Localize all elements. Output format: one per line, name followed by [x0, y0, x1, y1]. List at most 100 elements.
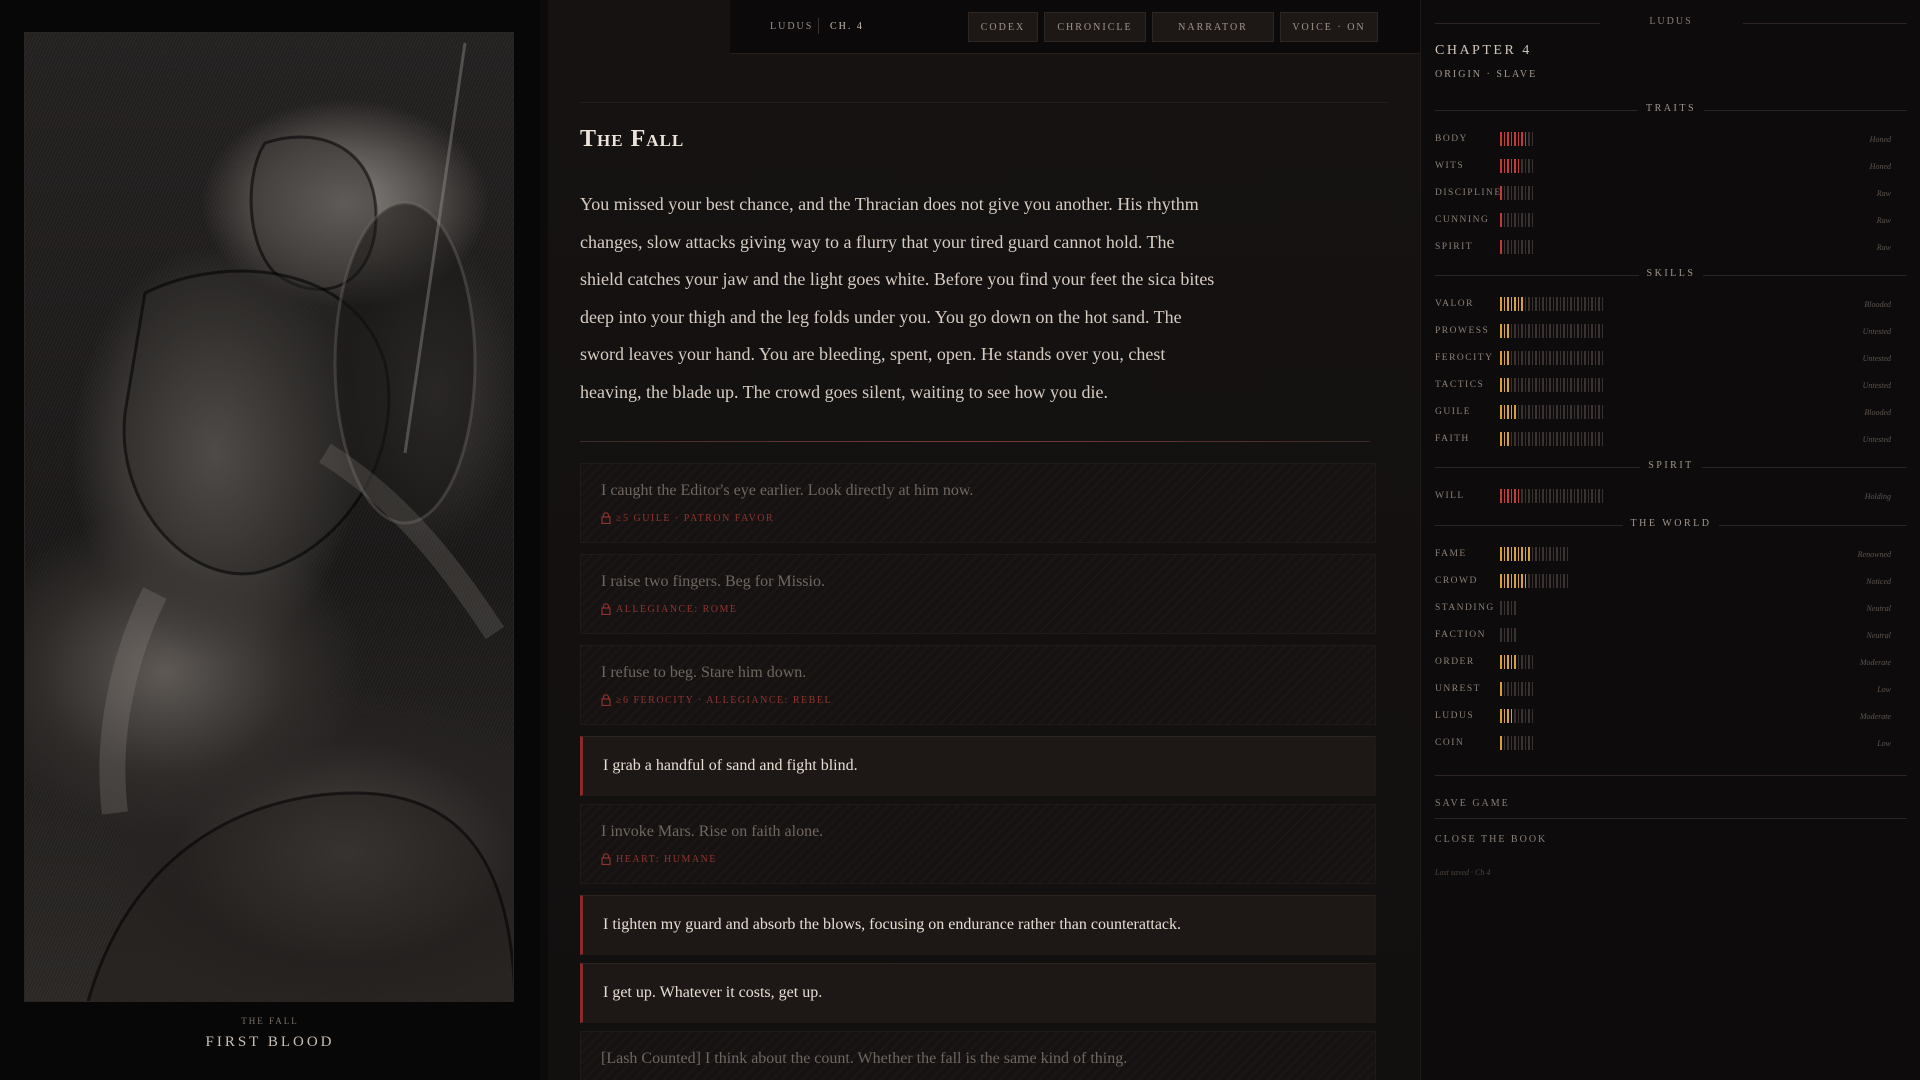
stat-tick-empty — [1594, 378, 1596, 392]
stat-tick-filled — [1507, 405, 1509, 419]
save-game-button[interactable]: SAVE GAME — [1435, 798, 1510, 809]
narrator-button[interactable]: NARRATOR — [1152, 12, 1274, 42]
stat-tick-empty — [1559, 351, 1561, 365]
stat-tick-filled — [1507, 132, 1509, 146]
choice-option-locked: I refuse to beg. Stare him down. ≥6 FEROC… — [580, 645, 1376, 725]
stat-tick-empty — [1563, 297, 1565, 311]
stat-meter — [1500, 601, 1516, 615]
stat-tick-empty — [1514, 378, 1516, 392]
section-title: SPIRIT — [1421, 460, 1920, 471]
stat-tick-filled — [1510, 709, 1512, 723]
stat-tick-empty — [1552, 324, 1554, 338]
stat-value: 6 — [1905, 490, 1920, 502]
stat-tick-empty — [1524, 324, 1526, 338]
stat-tick-empty — [1531, 489, 1533, 503]
stat-tick-filled — [1500, 682, 1502, 696]
stat-tick-empty — [1510, 628, 1512, 642]
stat-tick-empty — [1563, 378, 1565, 392]
stat-tick-empty — [1514, 186, 1516, 200]
stat-tick-empty — [1517, 240, 1519, 254]
stat-tick-empty — [1545, 324, 1547, 338]
stat-tick-empty — [1503, 240, 1505, 254]
stat-value: 4 — [1905, 710, 1920, 722]
stat-tick-empty — [1566, 378, 1568, 392]
stat-tick-empty — [1570, 489, 1572, 503]
stat-tick-filled — [1521, 297, 1523, 311]
stat-tick-empty — [1503, 601, 1505, 615]
stat-tick-filled — [1514, 574, 1516, 588]
stat-tick-empty — [1563, 489, 1565, 503]
stat-meter — [1500, 655, 1533, 669]
stat-tick-empty — [1591, 489, 1593, 503]
stat-tick-empty — [1594, 405, 1596, 419]
stat-tick-empty — [1531, 324, 1533, 338]
stat-row-tactics: TACTICS Untested 3 — [1435, 378, 1920, 394]
requirement-text: ≥5 GUILE · PATRON FAVOR — [616, 512, 775, 524]
stat-tick-empty — [1594, 489, 1596, 503]
codex-button[interactable]: CODEX — [968, 12, 1038, 42]
stat-tick-empty — [1517, 432, 1519, 446]
stat-tick-empty — [1521, 682, 1523, 696]
stat-tick-filled — [1507, 378, 1509, 392]
close-book-button[interactable]: CLOSE THE BOOK — [1435, 834, 1547, 845]
voice-toggle-button[interactable]: VOICE · ON — [1280, 12, 1378, 42]
stat-tick-empty — [1535, 378, 1537, 392]
stat-tick-empty — [1528, 574, 1530, 588]
stat-tick-empty — [1587, 351, 1589, 365]
stat-tick-empty — [1521, 405, 1523, 419]
stat-tick-empty — [1524, 213, 1526, 227]
stat-tick-empty — [1552, 574, 1554, 588]
stat-label: TACTICS — [1435, 380, 1485, 390]
stat-tick-empty — [1545, 297, 1547, 311]
stat-tick-empty — [1552, 432, 1554, 446]
stat-tick-filled — [1517, 547, 1519, 561]
stat-tick-filled — [1510, 655, 1512, 669]
stat-tick-empty — [1601, 405, 1603, 419]
requirement-text: ≥6 FEROCITY · ALLEGIANCE: REBEL — [616, 694, 833, 706]
choice-option-locked: [Lash Counted] I think about the count. … — [580, 1031, 1376, 1080]
stat-value: 5 — [1905, 406, 1920, 418]
stat-tick-empty — [1566, 432, 1568, 446]
stat-tick-empty — [1580, 351, 1582, 365]
section-title: SKILLS — [1421, 268, 1920, 279]
stat-descriptor: Moderate — [1859, 712, 1891, 721]
choice-option[interactable]: I tighten my guard and absorb the blows,… — [580, 895, 1376, 955]
stat-tick-empty — [1552, 378, 1554, 392]
stat-label: PROWESS — [1435, 326, 1490, 336]
stat-tick-filled — [1517, 159, 1519, 173]
divider — [580, 441, 1370, 442]
stat-tick-empty — [1580, 489, 1582, 503]
top-bar: LUDUS CH. 4 CODEX CHRONICLE NARRATOR VOI… — [730, 0, 1420, 54]
stat-tick-empty — [1594, 351, 1596, 365]
stat-value: 0 — [1905, 629, 1920, 641]
stat-meter — [1500, 159, 1533, 173]
stat-tick-empty — [1517, 378, 1519, 392]
stat-tick-empty — [1559, 489, 1561, 503]
stat-tick-filled — [1500, 709, 1502, 723]
stat-tick-empty — [1538, 574, 1540, 588]
stat-tick-empty — [1591, 351, 1593, 365]
stat-tick-empty — [1577, 378, 1579, 392]
stat-tick-empty — [1528, 405, 1530, 419]
stat-tick-empty — [1521, 655, 1523, 669]
stat-tick-empty — [1528, 432, 1530, 446]
choice-option[interactable]: I grab a handful of sand and fight blind… — [580, 736, 1376, 796]
stat-tick-empty — [1580, 297, 1582, 311]
stat-tick-filled — [1510, 574, 1512, 588]
choice-option[interactable]: I get up. Whatever it costs, get up. — [580, 963, 1376, 1023]
stat-tick-filled — [1500, 655, 1502, 669]
stat-value: 3 — [1905, 352, 1920, 364]
stat-tick-empty — [1598, 324, 1600, 338]
stat-tick-empty — [1566, 405, 1568, 419]
stat-tick-empty — [1566, 489, 1568, 503]
stat-row-body: BODY Honed 8 — [1435, 132, 1920, 148]
stat-tick-empty — [1566, 574, 1568, 588]
stat-value: 3 — [1905, 379, 1920, 391]
stat-descriptor: Honed — [1869, 162, 1891, 171]
brand-label: LUDUS — [770, 21, 814, 32]
section-title-text: SPIRIT — [1640, 460, 1702, 471]
stat-tick-empty — [1573, 405, 1575, 419]
stat-tick-empty — [1538, 405, 1540, 419]
stat-tick-empty — [1531, 132, 1533, 146]
chronicle-button[interactable]: CHRONICLE — [1044, 12, 1146, 42]
